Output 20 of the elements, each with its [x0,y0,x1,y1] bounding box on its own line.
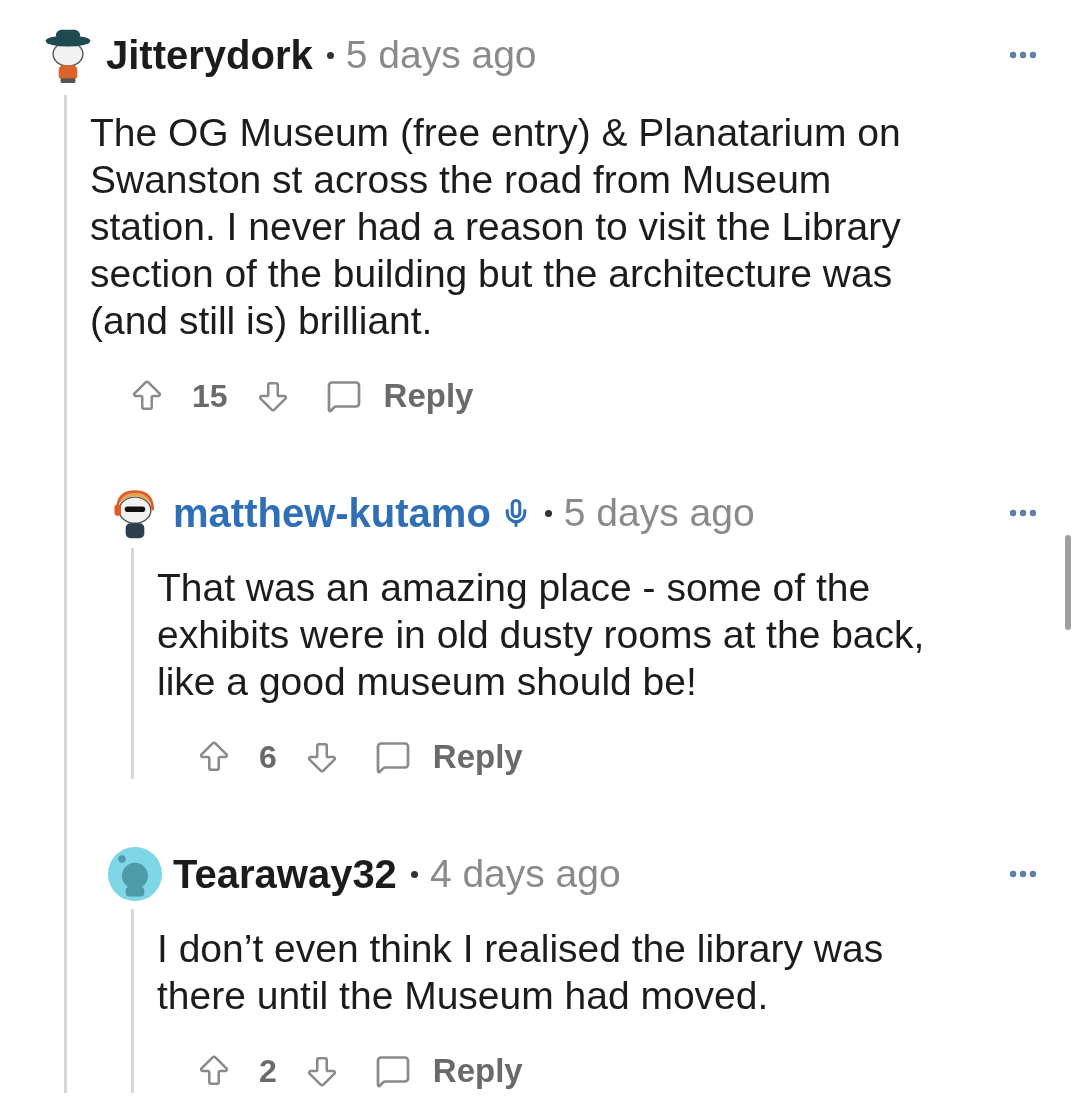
timestamp: 5 days ago [563,489,755,536]
reply-icon[interactable] [325,378,362,414]
username[interactable]: matthew-kutamo [173,483,491,543]
comment-body: The OG Museum (free entry) & Planatarium on Swanston st across the road from Museum station. I never had a reason to visit the Library section of the building but the architecture was (and still is) brilliant. [90,110,902,344]
vote-count: 15 [192,377,228,416]
reply-button[interactable]: Reply [432,732,523,782]
avatar-icon [107,845,163,903]
scrollbar[interactable] [1065,535,1071,630]
timestamp: 5 days ago [345,31,537,78]
timestamp: 4 days ago [429,850,621,897]
comment-body: I don’t even think I realised the library was there until the Museum had moved. [157,926,885,1019]
comment-body: That was an amazing place - some of the exhibits were in old dusty rooms at the back, like a good museum should be! [157,565,926,705]
vote-count: 2 [259,1052,277,1091]
vote-count: 6 [259,738,277,777]
username[interactable]: Jitterydork [106,25,313,85]
username[interactable]: Tearaway32 [173,844,397,904]
reply-icon[interactable] [374,1053,411,1089]
reply-button[interactable]: Reply [383,371,474,421]
reply-button[interactable]: Reply [432,1046,523,1096]
reply-icon[interactable] [374,739,411,775]
